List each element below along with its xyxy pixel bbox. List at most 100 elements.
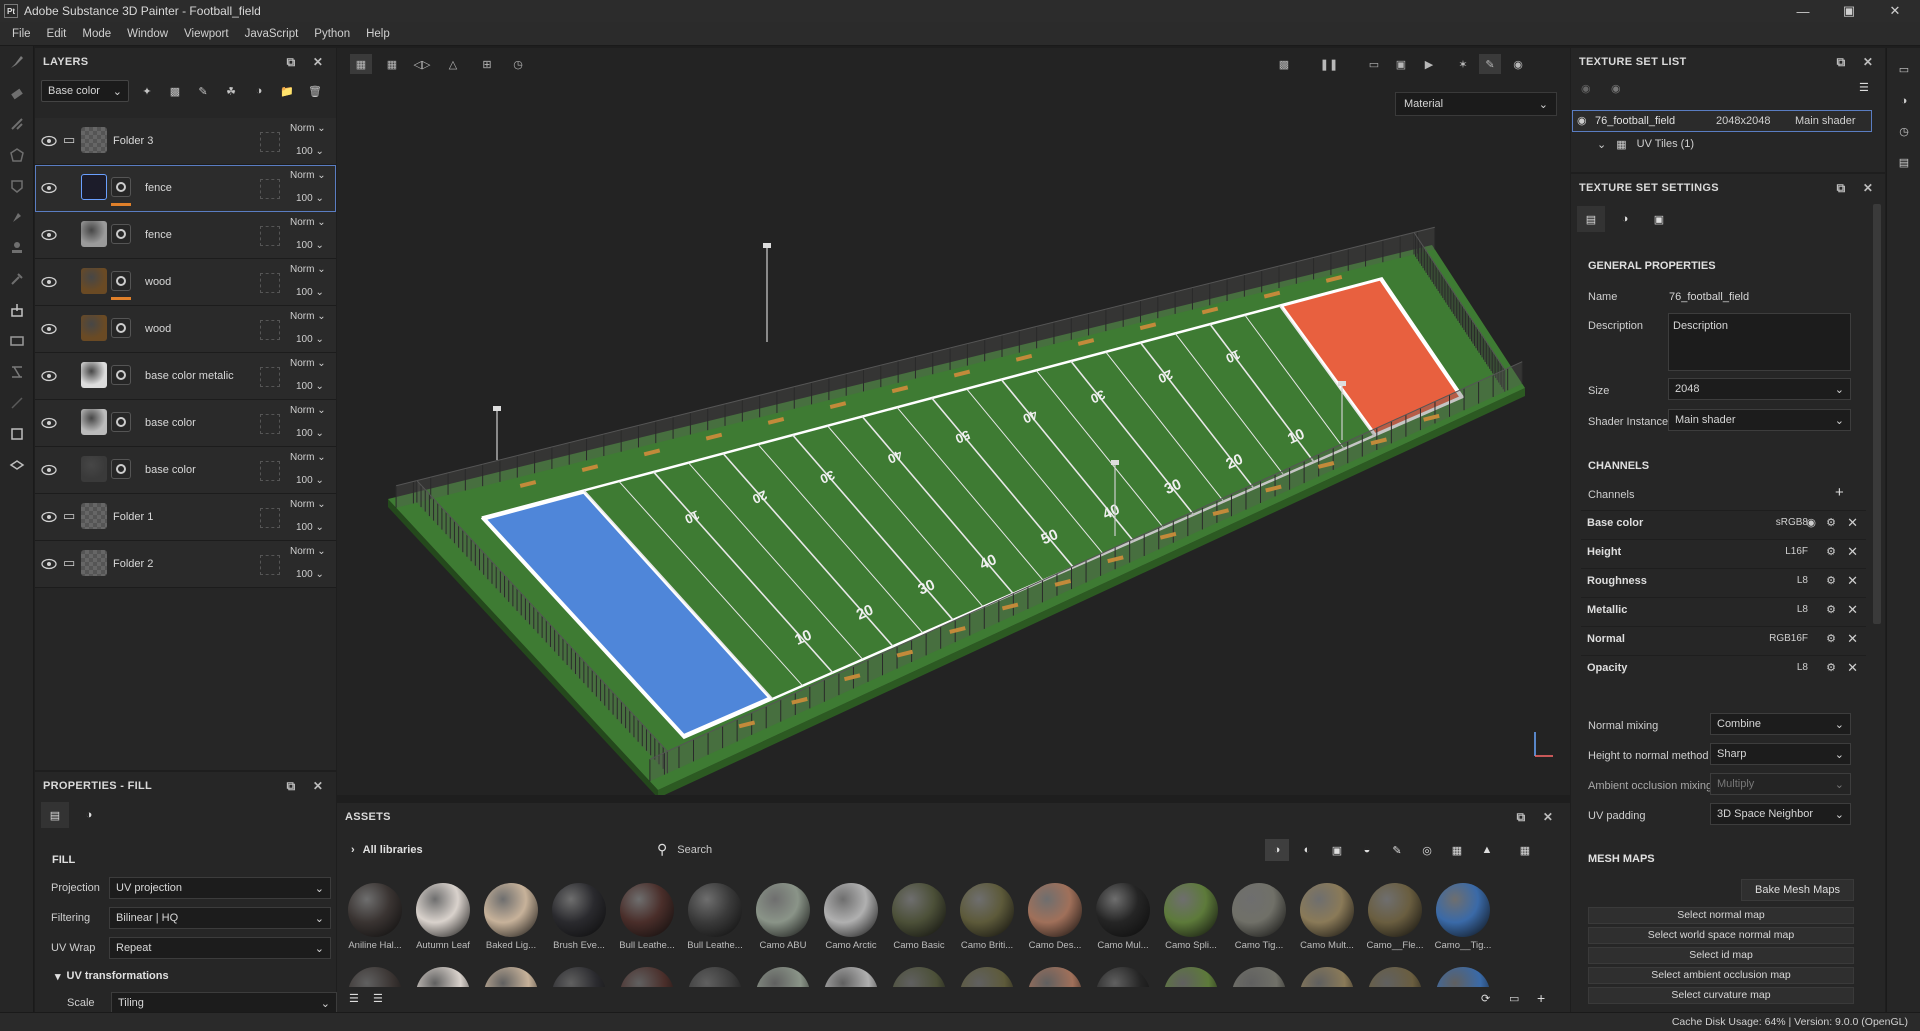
asset-item[interactable]: Camo Arctic bbox=[822, 883, 880, 951]
list-options-icon[interactable]: ☰ bbox=[349, 992, 359, 1005]
material-preview[interactable] bbox=[892, 967, 946, 987]
smudge-tool-icon[interactable] bbox=[0, 170, 34, 201]
projection-tool-icon[interactable] bbox=[0, 108, 34, 139]
picker-tool-icon[interactable] bbox=[0, 263, 34, 294]
uv-view-icon[interactable]: ▦ bbox=[350, 54, 372, 74]
layer-row[interactable]: ▭ Folder 3 Norm ⌄ 100 ⌄ bbox=[35, 118, 336, 165]
menu-icon[interactable]: ☰ bbox=[1859, 81, 1869, 94]
channel-format[interactable]: L8 bbox=[1797, 662, 1808, 673]
menu-edit[interactable]: Edit bbox=[39, 28, 75, 40]
paint-mode-icon[interactable]: ✎ bbox=[1479, 54, 1501, 74]
material-preview[interactable] bbox=[1300, 967, 1354, 987]
float-panel-icon[interactable]: ⧉ bbox=[283, 778, 299, 794]
opacity-value[interactable]: 100 ⌄ bbox=[296, 569, 324, 580]
mask-slot[interactable] bbox=[260, 414, 280, 434]
visibility-icon[interactable]: ◉ bbox=[1611, 82, 1621, 95]
mask-slot[interactable] bbox=[260, 273, 280, 293]
refresh-icon[interactable]: ⟳ bbox=[1481, 992, 1490, 1005]
asset-item[interactable]: Camo__Fle... bbox=[1366, 883, 1424, 951]
layer-name[interactable]: base color bbox=[145, 417, 196, 429]
filter-patterns-icon[interactable]: ▦ bbox=[1445, 839, 1469, 861]
select-mesh-map-button[interactable]: Select normal map bbox=[1588, 907, 1854, 924]
material-preview[interactable] bbox=[1028, 967, 1082, 987]
eye-icon[interactable] bbox=[41, 180, 57, 196]
blend-mode[interactable]: Norm ⌄ bbox=[290, 499, 326, 510]
eye-icon[interactable] bbox=[41, 321, 57, 337]
asset-search[interactable]: ⚲ Search bbox=[657, 841, 1057, 858]
layer-name[interactable]: fence bbox=[145, 182, 172, 194]
layer-name[interactable]: Folder 1 bbox=[113, 511, 153, 523]
mask-slot[interactable] bbox=[260, 555, 280, 575]
close-panel-icon[interactable]: ✕ bbox=[1860, 54, 1876, 70]
asset-item[interactable]: Brush Eve... bbox=[550, 883, 608, 951]
filter-environments-icon[interactable]: ▲ bbox=[1475, 839, 1499, 861]
material-preview[interactable] bbox=[1232, 967, 1286, 987]
layer-row[interactable]: base color metalic Norm ⌄ 100 ⌄ bbox=[35, 353, 336, 400]
blend-mode[interactable]: Norm ⌄ bbox=[290, 311, 326, 322]
opacity-value[interactable]: 100 ⌄ bbox=[296, 475, 324, 486]
material-preview[interactable] bbox=[416, 967, 470, 987]
tab-material-icon[interactable]: ◑ bbox=[1611, 206, 1639, 232]
gear-icon[interactable]: ⚙ bbox=[1826, 545, 1836, 558]
pause-icon[interactable]: ❚❚ bbox=[1318, 54, 1340, 74]
layer-row[interactable]: ▭ Folder 1 Norm ⌄ 100 ⌄ bbox=[35, 494, 336, 541]
paint-brush-tool-icon[interactable] bbox=[0, 46, 34, 77]
add-smart-material-icon[interactable]: ◑ bbox=[249, 81, 269, 101]
mask-slot[interactable] bbox=[260, 179, 280, 199]
material-preview[interactable] bbox=[1096, 967, 1150, 987]
asset-item[interactable]: Baked Lig... bbox=[482, 883, 540, 951]
eraser-tool-icon[interactable] bbox=[0, 77, 34, 108]
opacity-value[interactable]: 100 ⌄ bbox=[296, 193, 324, 204]
folder-icon[interactable]: ▭ bbox=[1509, 992, 1519, 1005]
material-preview[interactable] bbox=[756, 967, 810, 987]
asset-item[interactable]: Camo Briti... bbox=[958, 883, 1016, 951]
clone-tool-icon[interactable] bbox=[0, 201, 34, 232]
uvwrap-dropdown[interactable]: Repeat ⌄ bbox=[109, 937, 331, 959]
bake-tool-icon[interactable] bbox=[0, 294, 34, 325]
display-settings-icon[interactable] bbox=[0, 449, 34, 480]
layer-row[interactable]: base color Norm ⌄ 100 ⌄ bbox=[35, 400, 336, 447]
layer-row[interactable]: base color Norm ⌄ 100 ⌄ bbox=[35, 447, 336, 494]
height-to-normal-dropdown[interactable]: Sharp ⌄ bbox=[1710, 743, 1851, 765]
menu-javascript[interactable]: JavaScript bbox=[237, 28, 307, 40]
mirror-x-icon[interactable]: ◁▷ bbox=[411, 54, 433, 74]
opacity-value[interactable]: 100 ⌄ bbox=[296, 522, 324, 533]
close-panel-icon[interactable]: ✕ bbox=[310, 54, 326, 70]
asset-item[interactable]: Camo Des... bbox=[1026, 883, 1084, 951]
mask-slot[interactable] bbox=[260, 508, 280, 528]
camera-icon[interactable]: ▶ bbox=[1418, 54, 1440, 74]
history-panel-icon[interactable]: ◷ bbox=[1887, 116, 1920, 147]
channel-format[interactable]: RGB16F bbox=[1769, 633, 1808, 644]
channel-format[interactable]: L8 bbox=[1797, 575, 1808, 586]
opacity-value[interactable]: 100 ⌄ bbox=[296, 334, 324, 345]
polygon-fill-tool-icon[interactable] bbox=[0, 139, 34, 170]
uv-transformations-toggle[interactable]: ▾ UV transformations bbox=[55, 970, 169, 983]
add-channel-icon[interactable]: + bbox=[1835, 484, 1844, 501]
layer-name[interactable]: Folder 3 bbox=[113, 135, 153, 147]
size-dropdown[interactable]: 2048 ⌄ bbox=[1668, 378, 1851, 400]
asset-item[interactable]: Aniline Hal... bbox=[346, 883, 404, 951]
layer-row[interactable]: wood Norm ⌄ 100 ⌄ bbox=[35, 306, 336, 353]
eye-icon[interactable] bbox=[41, 227, 57, 243]
mask-slot[interactable] bbox=[260, 367, 280, 387]
tab-fill-settings-icon[interactable]: ▤ bbox=[41, 802, 69, 828]
add-mask-icon[interactable]: ▩ bbox=[165, 81, 185, 101]
uv-padding-dropdown[interactable]: 3D Space Neighbor ⌄ bbox=[1710, 803, 1851, 825]
layer-name[interactable]: wood bbox=[145, 323, 171, 335]
remove-channel-icon[interactable]: ✕ bbox=[1847, 660, 1858, 676]
filter-smart-materials-icon[interactable]: ◐ bbox=[1295, 839, 1319, 861]
description-field[interactable]: Description bbox=[1668, 313, 1851, 371]
add-asset-icon[interactable]: + bbox=[1537, 990, 1545, 1006]
blend-mode[interactable]: Norm ⌄ bbox=[290, 452, 326, 463]
gear-icon[interactable]: ⚙ bbox=[1826, 632, 1836, 645]
select-mesh-map-button[interactable]: Select world space normal map bbox=[1588, 927, 1854, 944]
material-preview[interactable] bbox=[824, 967, 878, 987]
display-panel-icon[interactable]: ▭ bbox=[1887, 54, 1920, 85]
add-effect-icon[interactable]: ✦ bbox=[137, 81, 157, 101]
delete-layer-icon[interactable]: 🗑 bbox=[305, 81, 325, 101]
material-preview[interactable] bbox=[620, 967, 674, 987]
close-panel-icon[interactable]: ✕ bbox=[1860, 180, 1876, 196]
asset-item[interactable]: Bull Leathe... bbox=[618, 883, 676, 951]
menu-viewport[interactable]: Viewport bbox=[176, 28, 237, 40]
layer-name[interactable]: Folder 2 bbox=[113, 558, 153, 570]
